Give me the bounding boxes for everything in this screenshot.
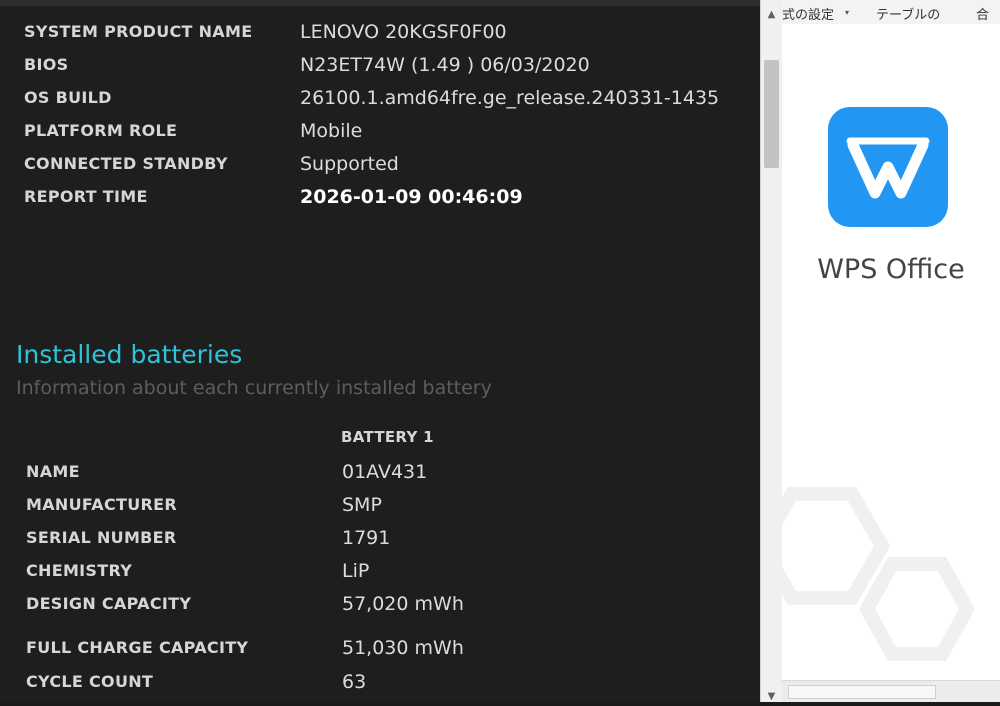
info-row-bios: BIOS N23ET74W (1.49 ) 06/03/2020 [0, 50, 740, 80]
info-label: PLATFORM ROLE [24, 121, 178, 140]
battery-label: NAME [26, 462, 80, 481]
info-row-product-name: SYSTEM PRODUCT NAME LENOVO 20KGSF0F00 [0, 17, 740, 47]
battery-label: MANUFACTURER [26, 495, 177, 514]
info-label: BIOS [24, 55, 69, 74]
chevron-up-icon[interactable]: ▲ [761, 6, 782, 24]
battery-row-name: NAME 01AV431 [0, 457, 740, 487]
chevron-down-icon[interactable]: ▾ [845, 8, 849, 17]
ribbon-item-format[interactable]: 式の設定 [782, 4, 834, 23]
battery-report-window: SYSTEM PRODUCT NAME LENOVO 20KGSF0F00 BI… [0, 0, 760, 702]
battery-value: 01AV431 [342, 461, 428, 483]
scrollbar-thumb[interactable] [764, 60, 779, 168]
ribbon-bar: 式の設定 ▾ テーブルの 合 [782, 0, 1000, 25]
status-bar [782, 680, 1000, 702]
battery-label: SERIAL NUMBER [26, 528, 177, 547]
ribbon-item-table[interactable]: テーブルの [876, 4, 940, 23]
info-value: 2026-01-09 00:46:09 [300, 186, 523, 208]
battery-value: 63 [342, 671, 367, 693]
info-row-report-time: REPORT TIME 2026-01-09 00:46:09 [0, 182, 740, 212]
info-row-connected-standby: CONNECTED STANDBY Supported [0, 149, 740, 179]
info-value: LENOVO 20KGSF0F00 [300, 21, 507, 43]
decorative-hexagons [782, 484, 1000, 684]
info-value: 26100.1.amd64fre.ge_release.240331-1435 [300, 87, 720, 109]
battery-value: 51,030 mWh [342, 637, 464, 659]
chevron-down-icon[interactable]: ▼ [761, 688, 782, 706]
battery-row-full-charge-capacity: FULL CHARGE CAPACITY 51,030 mWh [0, 633, 740, 663]
vertical-scrollbar[interactable]: ▲ ▼ [760, 0, 782, 702]
status-field [788, 685, 936, 699]
info-value: Supported [300, 153, 399, 175]
battery-row-manufacturer: MANUFACTURER SMP [0, 490, 740, 520]
info-label: SYSTEM PRODUCT NAME [24, 22, 253, 41]
battery-row-design-capacity: DESIGN CAPACITY 57,020 mWh [0, 589, 740, 619]
battery-value: 57,020 mWh [342, 593, 464, 615]
battery-label: CYCLE COUNT [26, 672, 154, 691]
app-name: WPS Office [817, 254, 965, 285]
wps-logo-icon [828, 107, 948, 227]
battery-row-serial-number: SERIAL NUMBER 1791 [0, 523, 740, 553]
battery-label: DESIGN CAPACITY [26, 594, 192, 613]
battery-value: LiP [342, 560, 370, 582]
battery-label: CHEMISTRY [26, 561, 133, 580]
info-label: REPORT TIME [24, 187, 148, 206]
info-row-platform-role: PLATFORM ROLE Mobile [0, 116, 740, 146]
section-subheading: Information about each currently install… [16, 377, 492, 399]
battery-column-header: BATTERY 1 [341, 428, 434, 446]
battery-row-chemistry: CHEMISTRY LiP [0, 556, 740, 586]
battery-label: FULL CHARGE CAPACITY [26, 638, 249, 657]
background-window: 式の設定 ▾ テーブルの 合 WPS Office [782, 0, 1000, 702]
battery-value: SMP [342, 494, 382, 516]
info-value: N23ET74W (1.49 ) 06/03/2020 [300, 54, 590, 76]
window-top-edge [0, 0, 760, 6]
battery-row-cycle-count: CYCLE COUNT 63 [0, 667, 740, 697]
info-row-os-build: OS BUILD 26100.1.amd64fre.ge_release.240… [0, 83, 740, 113]
wps-splash-screen: WPS Office [782, 24, 1000, 680]
info-label: OS BUILD [24, 88, 112, 107]
battery-value: 1791 [342, 527, 391, 549]
info-value: Mobile [300, 120, 363, 142]
ribbon-item-merge[interactable]: 合 [976, 4, 989, 23]
section-heading: Installed batteries [16, 340, 243, 369]
info-label: CONNECTED STANDBY [24, 154, 228, 173]
